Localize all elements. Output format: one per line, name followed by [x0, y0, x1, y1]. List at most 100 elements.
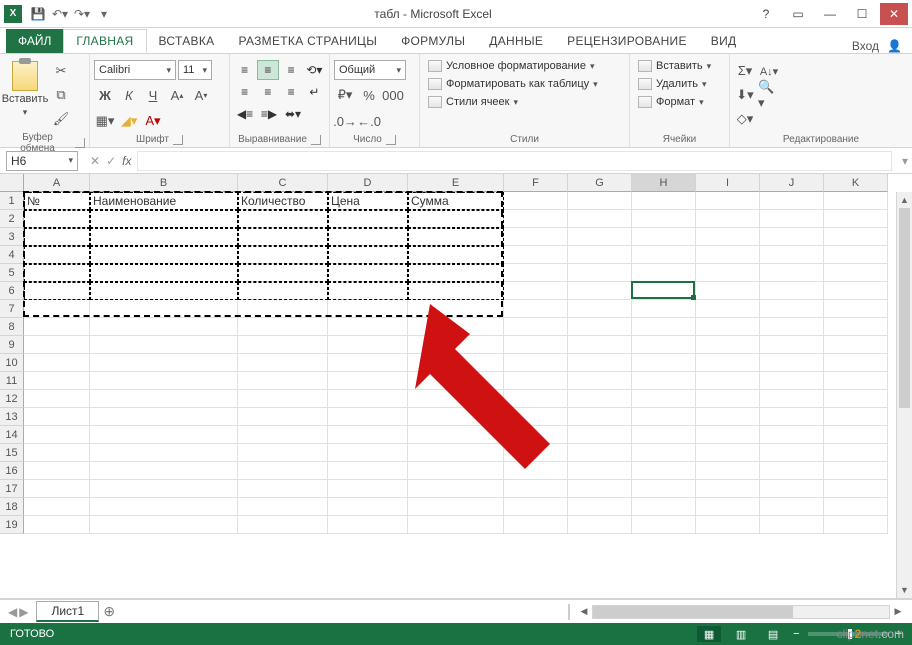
cell[interactable]: [328, 462, 408, 480]
cell[interactable]: [824, 192, 888, 210]
dialog-launcher-icon[interactable]: [173, 135, 183, 145]
cell[interactable]: [408, 372, 504, 390]
cell[interactable]: [504, 192, 568, 210]
cell[interactable]: [328, 480, 408, 498]
cell[interactable]: [408, 444, 504, 462]
cell[interactable]: [238, 498, 328, 516]
cell[interactable]: [696, 264, 760, 282]
cell[interactable]: [760, 318, 824, 336]
cell[interactable]: [24, 516, 90, 534]
cell[interactable]: [408, 516, 504, 534]
cell[interactable]: [408, 354, 504, 372]
cell[interactable]: [504, 336, 568, 354]
cell[interactable]: [504, 516, 568, 534]
qat-customize-icon[interactable]: ▾: [94, 4, 114, 24]
cell[interactable]: [824, 408, 888, 426]
align-middle-icon[interactable]: ≡: [257, 60, 278, 80]
view-normal-icon[interactable]: ▦: [697, 626, 721, 642]
align-right-icon[interactable]: ≡: [281, 82, 302, 102]
cell[interactable]: [824, 228, 888, 246]
cell[interactable]: [696, 246, 760, 264]
row-header[interactable]: 11: [0, 372, 24, 390]
zoom-out-icon[interactable]: −: [793, 628, 799, 640]
tab-file[interactable]: ФАЙЛ: [6, 29, 63, 53]
bold-button[interactable]: Ж: [94, 84, 116, 106]
scroll-up-icon[interactable]: ▲: [897, 192, 912, 208]
orientation-icon[interactable]: ⟲▾: [304, 60, 325, 80]
cell[interactable]: [760, 498, 824, 516]
accept-formula-icon[interactable]: ✓: [106, 154, 116, 168]
minimize-button[interactable]: —: [816, 3, 844, 25]
row-header[interactable]: 13: [0, 408, 24, 426]
formula-input[interactable]: [137, 151, 892, 171]
cell[interactable]: [632, 264, 696, 282]
cell[interactable]: [696, 318, 760, 336]
column-header[interactable]: I: [696, 174, 760, 192]
cell[interactable]: [408, 336, 504, 354]
cell[interactable]: [632, 228, 696, 246]
cell[interactable]: [568, 210, 632, 228]
row-header[interactable]: 6: [0, 282, 24, 300]
worksheet-grid[interactable]: ABCDEFGHIJK 1234567891011121314151617181…: [0, 174, 912, 599]
column-header[interactable]: G: [568, 174, 632, 192]
cell[interactable]: [328, 516, 408, 534]
cell-styles-button[interactable]: Стили ячеек ▾: [424, 94, 625, 110]
row-header[interactable]: 5: [0, 264, 24, 282]
cell[interactable]: [24, 462, 90, 480]
tab-formulas[interactable]: ФОРМУЛЫ: [389, 29, 477, 53]
row-header[interactable]: 18: [0, 498, 24, 516]
cell[interactable]: [824, 462, 888, 480]
cell[interactable]: [90, 390, 238, 408]
cell[interactable]: [24, 426, 90, 444]
horizontal-scrollbar[interactable]: ◀ ▶: [576, 605, 906, 619]
cell[interactable]: [760, 480, 824, 498]
fill-color-button[interactable]: ◢▾: [118, 110, 140, 132]
underline-button[interactable]: Ч: [142, 84, 164, 106]
row-header[interactable]: 17: [0, 480, 24, 498]
cell[interactable]: [696, 228, 760, 246]
sheet-tab[interactable]: Лист1: [36, 601, 99, 622]
cancel-formula-icon[interactable]: ✕: [90, 154, 100, 168]
save-icon[interactable]: 💾: [28, 4, 48, 24]
cell[interactable]: [90, 444, 238, 462]
cell[interactable]: [408, 390, 504, 408]
cell[interactable]: [504, 408, 568, 426]
row-header[interactable]: 16: [0, 462, 24, 480]
cell[interactable]: [568, 318, 632, 336]
cell[interactable]: [696, 390, 760, 408]
cell[interactable]: [760, 354, 824, 372]
cell[interactable]: [238, 408, 328, 426]
cell[interactable]: [760, 462, 824, 480]
cell[interactable]: [504, 444, 568, 462]
cell[interactable]: [632, 426, 696, 444]
cell[interactable]: [238, 480, 328, 498]
cell[interactable]: [696, 300, 760, 318]
row-header[interactable]: 3: [0, 228, 24, 246]
cell[interactable]: [238, 516, 328, 534]
border-button[interactable]: ▦▾: [94, 110, 116, 132]
tab-home[interactable]: ГЛАВНАЯ: [63, 29, 146, 53]
font-shrink-button[interactable]: A▾: [190, 84, 212, 106]
cell[interactable]: [696, 372, 760, 390]
scroll-down-icon[interactable]: ▼: [897, 582, 912, 598]
cell[interactable]: [632, 192, 696, 210]
cell[interactable]: [824, 426, 888, 444]
sheet-nav-next-icon[interactable]: ▶: [19, 605, 28, 619]
cell[interactable]: [696, 444, 760, 462]
dialog-launcher-icon[interactable]: [75, 138, 85, 148]
cell[interactable]: [632, 480, 696, 498]
view-page-break-icon[interactable]: ▤: [761, 626, 785, 642]
cell[interactable]: [408, 498, 504, 516]
cell[interactable]: [760, 444, 824, 462]
cell[interactable]: [760, 300, 824, 318]
scroll-thumb[interactable]: [899, 208, 910, 408]
tab-data[interactable]: ДАННЫЕ: [477, 29, 555, 53]
cell[interactable]: [328, 408, 408, 426]
name-box[interactable]: H6▾: [6, 151, 78, 171]
clear-icon[interactable]: ◇▾: [734, 108, 756, 130]
tab-view[interactable]: ВИД: [699, 29, 749, 53]
cell[interactable]: [504, 210, 568, 228]
column-header[interactable]: B: [90, 174, 238, 192]
cell[interactable]: [90, 516, 238, 534]
italic-button[interactable]: К: [118, 84, 140, 106]
